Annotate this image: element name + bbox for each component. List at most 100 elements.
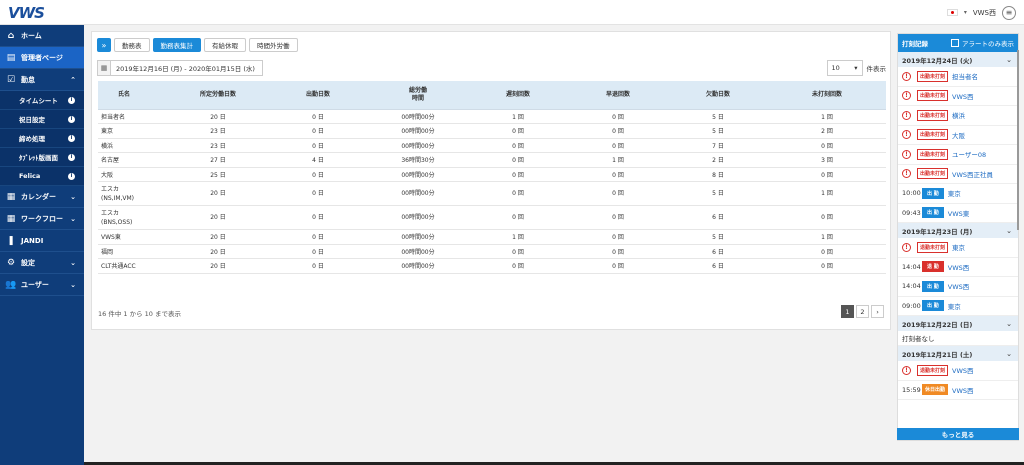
app-logo[interactable]: VWS (8, 4, 45, 22)
punch-user-link[interactable]: 横浜 (952, 110, 965, 120)
column-header[interactable]: 総労働 時間 (368, 81, 468, 110)
punch-user-link[interactable]: VWS西 (952, 365, 974, 375)
chevron-down-icon[interactable]: ⌄ (1006, 320, 1012, 328)
sidebar-item-calendar[interactable]: ▦ カレンダー ⌄ (0, 186, 84, 208)
column-header[interactable]: 氏名 (98, 81, 168, 110)
table-row[interactable]: 福岡 20 日0 日 00時間00分 0 回0 回6 日0 回 (98, 244, 886, 259)
info-icon[interactable]: i (68, 96, 75, 104)
sidebar-sub-tablet[interactable]: ﾀﾌﾞﾚｯﾄ版画面 i (0, 148, 84, 167)
info-icon[interactable]: i (68, 134, 75, 142)
punch-entry[interactable]: ! 出勤未打刻 横浜 (898, 106, 1018, 126)
punch-entry[interactable]: 09:00 出 勤東京 (898, 297, 1018, 316)
table-row[interactable]: 東京 23 日0 日 00時間00分 0 回0 回5 日2 回 (98, 123, 886, 139)
table-row[interactable]: 大阪 25 日0 日 00時間00分 0 回0 回8 日0 回 (98, 167, 886, 182)
calendar-icon[interactable]: ▦ (97, 60, 111, 76)
column-header[interactable]: 遅刻回数 (468, 81, 568, 110)
employee-name-cell: 大阪 (98, 167, 168, 182)
tab-overtime[interactable]: 時間外労働 (249, 38, 298, 52)
punch-entry[interactable]: ! 出勤未打刻 ユーザー08 (898, 145, 1018, 165)
day-header[interactable]: 2019年12月22日 (日) ⌄ (898, 316, 1018, 331)
punch-user-link[interactable]: VWS西 (952, 385, 974, 395)
column-header[interactable]: 欠勤日数 (668, 81, 768, 110)
sidebar-item-workflow[interactable]: ▦ ワークフロー ⌄ (0, 208, 84, 230)
punch-user-link[interactable]: VWS西 (948, 262, 970, 272)
sidebar-item-attendance[interactable]: ☑ 勤怠 ⌃ (0, 69, 84, 91)
column-header[interactable]: 所定労働日数 (168, 81, 268, 110)
punch-entry[interactable]: ! 退勤未打刻 VWS西 (898, 361, 1018, 381)
punch-user-link[interactable]: 東京 (952, 242, 965, 252)
table-row[interactable]: 担当者名 20 日0 日 00時間00分 1 回0 回5 日1 回 (98, 109, 886, 124)
checkbox[interactable] (951, 39, 959, 47)
punch-user-link[interactable]: VWS西 (952, 91, 974, 101)
chevron-down-icon[interactable]: ⌄ (1006, 56, 1012, 64)
table-row[interactable]: エスカ (NS,IM,VM) 20 日0 日 00時間00分 0 回0 回5 日1 回 (98, 181, 886, 206)
punch-entry[interactable]: 10:00 出 勤東京 (898, 184, 1018, 204)
alert-only-toggle[interactable]: アラートのみ表示 (951, 38, 1014, 48)
sidebar-item-home[interactable]: ⌂ ホーム (0, 25, 84, 47)
punch-entry[interactable]: 15:59 休日出勤 VWS西 (898, 381, 1018, 400)
punch-entry[interactable]: ! 出勤未打刻 担当者名 (898, 67, 1018, 87)
day-header[interactable]: 2019年12月24日 (火) ⌄ (898, 52, 1018, 67)
table-row[interactable]: VWS東 20 日0 日 00時間00分 1 回0 回5 日1 回 (98, 229, 886, 245)
sidebar-item-users[interactable]: 👥 ユーザー ⌄ (0, 274, 84, 296)
sidebar-sub-holiday[interactable]: 祝日設定 i (0, 110, 84, 129)
punch-entry[interactable]: 09:43 出 勤 VWS東 (898, 204, 1018, 223)
sidebar-item-settings[interactable]: ⚙ 設定 ⌄ (0, 252, 84, 274)
punch-user-link[interactable]: VWS東 (948, 208, 970, 218)
page-2-button[interactable]: 2 (856, 305, 869, 318)
expand-icon[interactable]: » (97, 38, 111, 52)
sidebar-sub-felica[interactable]: Felica i (0, 167, 84, 186)
info-icon[interactable]: i (68, 115, 75, 123)
table-cell: 0 回 (468, 167, 568, 182)
sidebar-sub-timesheet[interactable]: タイムシート i (0, 91, 84, 110)
hamburger-menu-icon[interactable]: ≡ (1002, 5, 1016, 20)
punch-entry[interactable]: 14:04 出 勤 VWS西 (898, 277, 1018, 297)
next-page-button[interactable]: › (871, 305, 884, 318)
punch-entry[interactable]: ! 出勤未打刻 大阪 (898, 126, 1018, 145)
table-row[interactable]: CLT共通ACC 20 日0 日 00時間00分 0 回0 回6 日0 回 (98, 258, 886, 274)
employee-name-cell: CLT共通ACC (98, 258, 168, 274)
info-icon[interactable]: i (68, 172, 75, 180)
punch-user-link[interactable]: 大阪 (952, 130, 965, 140)
table-row[interactable]: 横浜 23 日0 日 00時間00分 0 回0 回7 日0 回 (98, 138, 886, 153)
japan-flag-icon[interactable] (946, 9, 958, 16)
table-row[interactable]: 名古屋 27 日4 日 36時間30分 0 回1 回2 日3 回 (98, 152, 886, 168)
sidebar-sub-closing[interactable]: 締め処理 i (0, 129, 84, 148)
punch-user-link[interactable]: 東京 (948, 301, 961, 311)
punch-entry[interactable]: ! 出勤未打刻 VWS西正社員 (898, 165, 1018, 184)
chevron-down-icon[interactable]: ⌄ (1006, 227, 1012, 235)
punch-entry[interactable]: 14:04 退 勤 VWS西 (898, 258, 1018, 277)
sidebar-item-jandi[interactable]: ❚ JANDI (0, 230, 84, 252)
user-name[interactable]: VWS西 (973, 8, 996, 18)
table-cell: 0 日 (268, 167, 368, 182)
punch-user-link[interactable]: 東京 (948, 188, 961, 198)
scrollbar[interactable] (1017, 50, 1019, 230)
punch-user-link[interactable]: VWS西 (948, 281, 970, 291)
punch-user-link[interactable]: VWS西正社員 (952, 169, 993, 179)
per-page-value: 10 (831, 64, 840, 72)
tab-timesheet[interactable]: 勤務表 (114, 38, 150, 52)
date-range-input[interactable]: 2019年12月16日 (月) - 2020年01月15日 (水) (111, 60, 263, 76)
table-cell: 00時間00分 (368, 244, 468, 259)
punch-entry[interactable]: ! 出勤未打刻 VWS西 (898, 87, 1018, 106)
tab-summary[interactable]: 勤務表集計 (152, 38, 201, 52)
column-header[interactable]: 未打刻回数 (768, 81, 886, 110)
chevron-down-icon[interactable]: ▾ (964, 9, 967, 16)
column-header[interactable]: 早退回数 (568, 81, 668, 110)
day-header[interactable]: 2019年12月23日 (月) ⌄ (898, 223, 1018, 238)
punch-entry[interactable]: ! 退勤未打刻 東京 (898, 238, 1018, 258)
day-header[interactable]: 2019年12月21日 (土) ⌄ (898, 346, 1018, 361)
tab-paid-leave[interactable]: 有給休暇 (204, 38, 246, 52)
punch-user-link[interactable]: 担当者名 (952, 71, 978, 81)
table-cell: 4 日 (268, 152, 368, 168)
table-row[interactable]: エスカ (BNS,OSS) 20 日0 日 00時間00分 0 回0 回6 日0 回 (98, 205, 886, 230)
page-1-button[interactable]: 1 (841, 305, 854, 318)
column-header[interactable]: 出勤日数 (268, 81, 368, 110)
employee-name-cell: 担当者名 (98, 109, 168, 124)
chevron-down-icon[interactable]: ⌄ (1006, 350, 1012, 358)
sidebar-item-admin[interactable]: ▤ 管理者ページ (0, 47, 84, 69)
info-icon[interactable]: i (68, 153, 75, 161)
per-page-select[interactable]: 10 ▾ (826, 60, 863, 76)
punch-user-link[interactable]: ユーザー08 (952, 149, 986, 159)
show-more-button[interactable]: もっと見る (897, 428, 1019, 440)
